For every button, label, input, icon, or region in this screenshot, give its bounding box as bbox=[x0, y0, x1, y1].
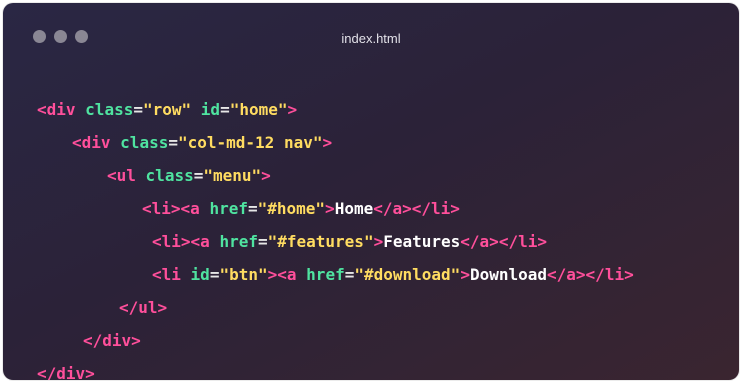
window-title: index.html bbox=[341, 31, 401, 46]
token-tag: > bbox=[261, 166, 271, 185]
code-line-9: </div> bbox=[37, 362, 95, 380]
token-eq: = bbox=[209, 265, 220, 284]
token-string: "home" bbox=[229, 100, 288, 119]
token-eq: = bbox=[257, 232, 268, 251]
token-tag: </a></li> bbox=[460, 232, 547, 251]
token-string: "col-md-12 nav" bbox=[177, 133, 323, 152]
code-line-2: <div class="col-md-12 nav"> bbox=[72, 131, 332, 155]
token-text: Features bbox=[383, 232, 461, 251]
code-window: index.html <div class="row" id="home"> <… bbox=[3, 3, 739, 380]
token-eq: = bbox=[220, 100, 230, 119]
token-string: "row" bbox=[142, 100, 192, 119]
code-line-8: </div> bbox=[83, 329, 141, 353]
token-tag: > bbox=[325, 199, 335, 218]
token-attr: href bbox=[306, 265, 345, 284]
token-eq: = bbox=[344, 265, 355, 284]
token-string: "menu" bbox=[203, 166, 262, 185]
token-string: "#features" bbox=[267, 232, 374, 251]
code-line-1: <div class="row" id="home"> bbox=[37, 98, 297, 122]
token-eq: = bbox=[193, 166, 204, 185]
code-line-6: <li id="btn"><a href="#download">Downloa… bbox=[152, 263, 634, 287]
token-tag: <li><a bbox=[152, 232, 210, 251]
token-tag: <div bbox=[72, 133, 111, 152]
token-text: Download bbox=[469, 265, 548, 284]
token-tag: <ul bbox=[107, 166, 136, 185]
token-tag: > bbox=[287, 100, 298, 119]
token-attr: class bbox=[120, 133, 169, 152]
token-eq: = bbox=[133, 100, 143, 119]
token-attr: class bbox=[85, 100, 134, 119]
code-line-7: </ul> bbox=[119, 296, 167, 320]
window-titlebar: index.html bbox=[3, 3, 739, 73]
token-tag: > bbox=[322, 133, 333, 152]
token-attr: href bbox=[219, 232, 258, 251]
token-tag: > bbox=[460, 265, 470, 284]
token-eq: = bbox=[168, 133, 178, 152]
token-tag: > bbox=[373, 232, 384, 251]
token-tag: </a></li> bbox=[547, 265, 634, 284]
token-tag: ><a bbox=[267, 265, 297, 284]
token-tag: </div> bbox=[37, 364, 95, 380]
token-eq: = bbox=[247, 199, 258, 218]
token-tag: </a></li> bbox=[373, 199, 460, 218]
code-line-5: <li><a href="#features">Features</a></li… bbox=[152, 230, 547, 254]
token-string: "btn" bbox=[219, 265, 268, 284]
token-attr: class bbox=[145, 166, 194, 185]
token-tag: <div bbox=[37, 100, 76, 119]
token-attr: id bbox=[190, 265, 210, 284]
token-tag: </div> bbox=[83, 331, 141, 350]
code-line-4: <li><a href="#home">Home</a></li> bbox=[142, 197, 460, 221]
token-text: Home bbox=[334, 199, 374, 218]
token-attr: href bbox=[209, 199, 248, 218]
token-tag: </ul> bbox=[119, 298, 168, 317]
token-string: "#download" bbox=[354, 265, 461, 284]
token-tag: <li><a bbox=[142, 199, 200, 218]
token-tag: <li bbox=[152, 265, 181, 284]
token-string: "#home" bbox=[257, 199, 326, 218]
code-line-3: <ul class="menu"> bbox=[107, 164, 271, 188]
token-attr: id bbox=[200, 100, 221, 119]
